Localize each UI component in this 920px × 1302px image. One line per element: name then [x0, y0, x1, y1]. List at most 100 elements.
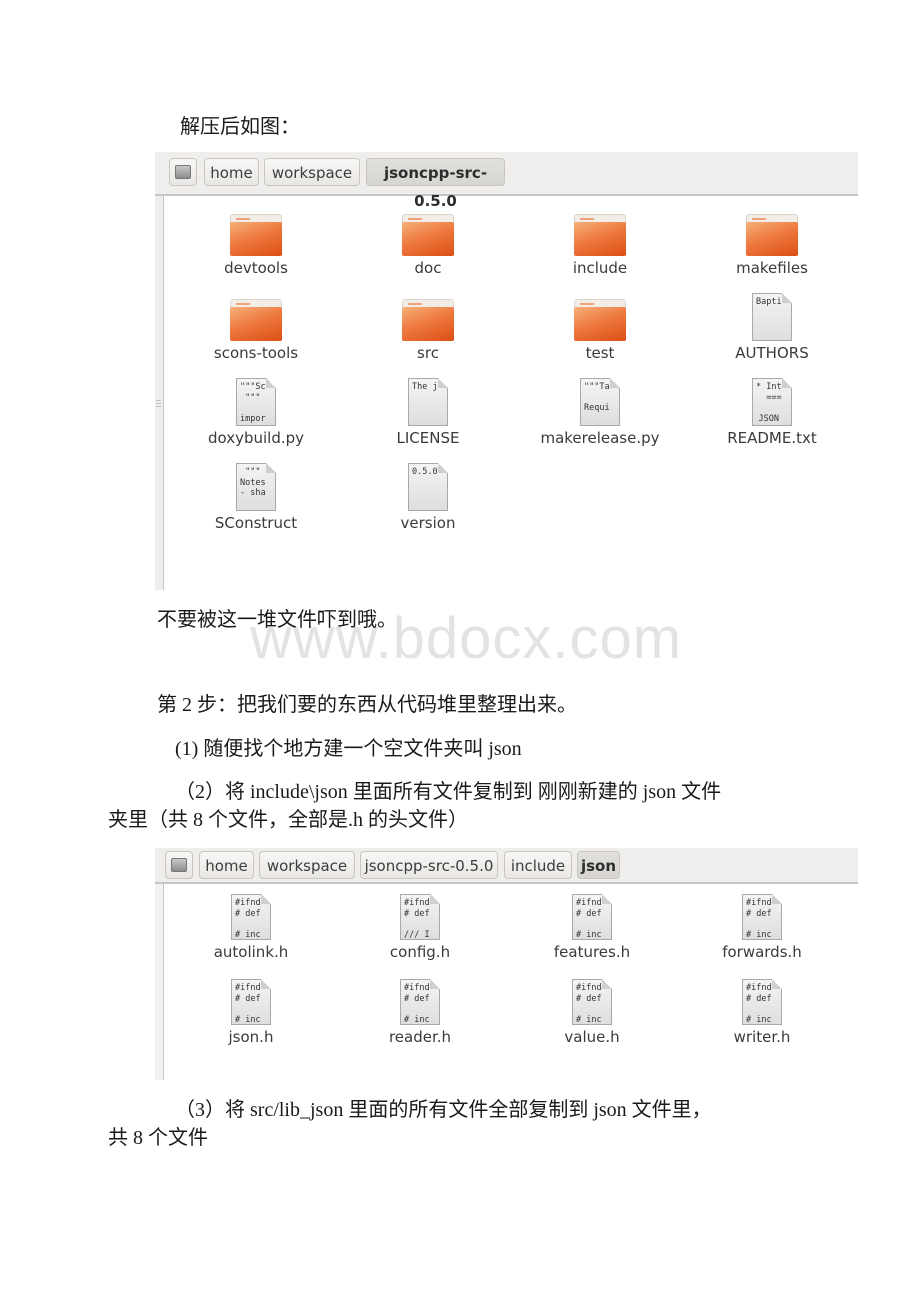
breadcrumb-jsoncpp[interactable]: jsoncpp-src-0.5.0 [360, 851, 498, 879]
breadcrumb-json[interactable]: json [577, 851, 620, 879]
breadcrumb-jsoncpp[interactable]: jsoncpp-src-0.5.0 [366, 158, 505, 210]
file-preview-text: #ifnd # def # inc [235, 898, 261, 940]
paragraph-step2-2a: （2）将 include\json 里面所有文件复制到 刚刚新建的 json 文… [175, 781, 722, 803]
text-file-icon: #ifnd # def /// I [400, 894, 440, 940]
file-item-readme-txt[interactable]: * Int === JSON README.txt [697, 378, 847, 447]
item-label: include [572, 259, 628, 277]
folder-item-devtools[interactable]: devtools [181, 214, 331, 277]
item-label: json.h [228, 1028, 274, 1046]
text-file-icon: #ifnd # def # inc [400, 979, 440, 1025]
text-file-icon: #ifnd # def # inc [742, 894, 782, 940]
folder-icon [230, 299, 282, 341]
file-preview-text: Bapti [756, 297, 782, 307]
file-preview-text: 0.5.0 [412, 467, 438, 477]
folder-icon [230, 214, 282, 256]
breadcrumb-drive-button[interactable] [165, 851, 193, 879]
file-preview-text: #ifnd # def # inc [746, 898, 772, 940]
folder-icon [574, 299, 626, 341]
file-preview-text: #ifnd # def /// I [404, 898, 430, 940]
file-item-doxybuild-py[interactable]: """Sc """ impor doxybuild.py [181, 378, 331, 447]
file-item-forwards-h[interactable]: #ifnd # def # inc forwards.h [687, 894, 837, 961]
breadcrumb-home[interactable]: home [199, 851, 254, 879]
breadcrumb-drive-button[interactable] [169, 158, 197, 186]
folder-item-test[interactable]: test [525, 299, 675, 362]
file-item-config-h[interactable]: #ifnd # def /// I config.h [345, 894, 495, 961]
item-label: test [585, 344, 615, 362]
paragraph-step2-3b: 共 8 个文件 [108, 1127, 208, 1149]
file-preview-text: #ifnd # def # inc [576, 898, 602, 940]
file-item-writer-h[interactable]: #ifnd # def # inc writer.h [687, 979, 837, 1046]
folder-icon [746, 214, 798, 256]
folder-item-makefiles[interactable]: makefiles [697, 214, 847, 277]
item-label: forwards.h [722, 943, 802, 961]
file-preview-text: """Ta Requi [584, 382, 610, 413]
file-item-sconstruct[interactable]: """ Notes - sha SConstruct [181, 463, 331, 532]
paragraph-step2-2b: 夹里（共 8 个文件，全部是.h 的头文件） [108, 809, 468, 831]
file-item-json-h[interactable]: #ifnd # def # inc json.h [176, 979, 326, 1046]
breadcrumb-home[interactable]: home [204, 158, 259, 186]
file-preview-text: The j [412, 382, 438, 392]
folder-icon [402, 214, 454, 256]
file-item-license[interactable]: The j LICENSE [353, 378, 503, 447]
folder-item-src[interactable]: src [353, 299, 503, 362]
text-file-icon: #ifnd # def # inc [572, 979, 612, 1025]
file-item-makerelease-py[interactable]: """Ta Requi makerelease.py [525, 378, 675, 447]
item-label: autolink.h [213, 943, 289, 961]
item-label: README.txt [727, 429, 817, 447]
folder-item-doc[interactable]: doc [353, 214, 503, 277]
text-file-icon: """Ta Requi [580, 378, 620, 426]
item-label: scons-tools [213, 344, 299, 362]
text-file-icon: * Int === JSON [752, 378, 792, 426]
item-label: doc [414, 259, 442, 277]
text-file-icon: Bapti [752, 293, 792, 341]
file-manager-screenshot-1: home workspace jsoncpp-src-0.5.0 devtool… [155, 152, 858, 590]
paragraph-step2: 第 2 步：把我们要的东西从代码堆里整理出来。 [157, 694, 577, 716]
item-label: devtools [224, 259, 288, 277]
text-file-icon: """Sc """ impor [236, 378, 276, 426]
text-file-icon: #ifnd # def # inc [231, 979, 271, 1025]
breadcrumb-include[interactable]: include [504, 851, 572, 879]
folder-item-scons-tools[interactable]: scons-tools [181, 299, 331, 362]
item-label: reader.h [388, 1028, 452, 1046]
paragraph-dont-be-scared: 不要被这一堆文件吓到哦。 [157, 609, 397, 631]
text-file-icon: 0.5.0 [408, 463, 448, 511]
location-bar: home workspace jsoncpp-src-0.5.0 include… [155, 848, 858, 884]
file-preview-text: #ifnd # def # inc [235, 983, 261, 1025]
breadcrumb-workspace[interactable]: workspace [259, 851, 355, 879]
file-item-version[interactable]: 0.5.0 version [353, 463, 503, 532]
folder-item-include[interactable]: include [525, 214, 675, 277]
item-label: features.h [553, 943, 631, 961]
text-file-icon: #ifnd # def # inc [231, 894, 271, 940]
item-label: src [417, 344, 439, 362]
item-label: doxybuild.py [207, 429, 305, 447]
item-label: config.h [389, 943, 451, 961]
file-preview-text: #ifnd # def # inc [576, 983, 602, 1025]
file-preview-text: * Int === JSON [756, 382, 782, 424]
breadcrumb-workspace[interactable]: workspace [264, 158, 360, 186]
file-preview-text: #ifnd # def # inc [404, 983, 430, 1025]
text-file-icon: The j [408, 378, 448, 426]
side-pane-handle[interactable] [155, 196, 164, 590]
item-label: value.h [564, 1028, 620, 1046]
text-file-icon: """ Notes - sha [236, 463, 276, 511]
paragraph-intro: 解压后如图： [180, 116, 300, 138]
file-item-authors[interactable]: Bapti AUTHORS [697, 293, 847, 362]
side-pane-handle[interactable] [155, 884, 164, 1080]
file-item-features-h[interactable]: #ifnd # def # inc features.h [517, 894, 667, 961]
file-item-reader-h[interactable]: #ifnd # def # inc reader.h [345, 979, 495, 1046]
file-preview-text: """ Notes - sha [240, 467, 266, 498]
location-bar: home workspace jsoncpp-src-0.5.0 [155, 152, 858, 210]
paragraph-step2-3a: （3）将 src/lib_json 里面的所有文件全部复制到 json 文件里， [175, 1099, 712, 1121]
text-file-icon: #ifnd # def # inc [572, 894, 612, 940]
file-item-value-h[interactable]: #ifnd # def # inc value.h [517, 979, 667, 1046]
item-label: SConstruct [214, 514, 298, 532]
file-preview-text: """Sc """ impor [240, 382, 266, 424]
drive-icon [171, 858, 187, 872]
file-manager-screenshot-2: home workspace jsoncpp-src-0.5.0 include… [155, 848, 858, 1080]
item-label: AUTHORS [735, 344, 809, 362]
item-label: writer.h [733, 1028, 791, 1046]
item-label: version [400, 514, 456, 532]
file-item-autolink-h[interactable]: #ifnd # def # inc autolink.h [176, 894, 326, 961]
folder-icon [574, 214, 626, 256]
drive-icon [175, 165, 191, 179]
